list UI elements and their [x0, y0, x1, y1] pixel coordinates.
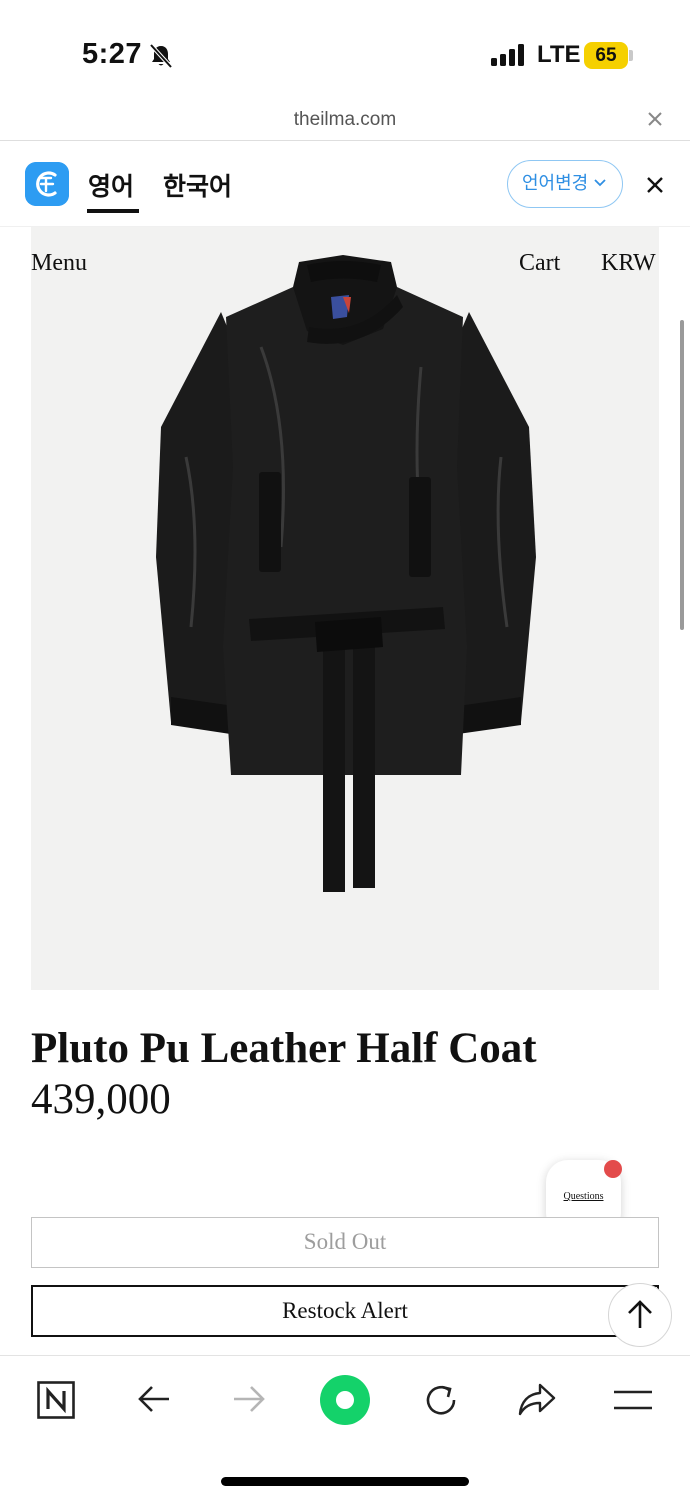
home-indicator[interactable]: [221, 1477, 469, 1486]
sold-out-button: Sold Out: [31, 1217, 659, 1268]
cellular-signal-icon: [491, 44, 524, 66]
close-icon[interactable]: [645, 109, 665, 129]
status-time: 5:27: [82, 38, 143, 70]
tab-korean[interactable]: 한국어: [163, 167, 232, 203]
restock-alert-button[interactable]: Restock Alert: [31, 1285, 659, 1337]
product-price: 439,000: [31, 1076, 171, 1123]
nav-currency-link[interactable]: KRW: [601, 250, 656, 277]
notification-dot: [604, 1160, 622, 1178]
nav-menu-link[interactable]: Menu: [31, 250, 87, 277]
arrow-up-icon: [628, 1300, 652, 1328]
scroll-to-top-button[interactable]: [608, 1283, 672, 1347]
status-bar: 5:27 LTE 65: [0, 0, 690, 100]
silent-bell-icon: [149, 43, 173, 69]
active-tab-underline: [87, 209, 139, 213]
url-bar[interactable]: theilma.com: [0, 100, 690, 141]
translate-logo-icon[interactable]: [25, 162, 69, 206]
url-text[interactable]: theilma.com: [0, 109, 690, 131]
chevron-down-icon: [594, 179, 606, 187]
back-arrow-icon[interactable]: [136, 1383, 172, 1415]
product-image[interactable]: [31, 227, 659, 990]
hamburger-menu-icon[interactable]: [612, 1387, 654, 1413]
scrollbar[interactable]: [680, 320, 684, 630]
translate-close-icon[interactable]: [646, 176, 664, 194]
battery-cap: [629, 50, 633, 61]
translate-bar: 영어 한국어 언어변경: [0, 141, 690, 227]
share-icon[interactable]: [517, 1381, 557, 1419]
leather-coat-illustration: [31, 227, 659, 990]
tab-english[interactable]: 영어: [88, 167, 134, 203]
battery-level: 65: [595, 45, 617, 66]
naver-n-icon[interactable]: [37, 1381, 75, 1419]
network-type: LTE: [537, 41, 581, 68]
reload-icon[interactable]: [422, 1381, 460, 1419]
questions-label: Questions: [563, 1191, 604, 1202]
product-title: Pluto Pu Leather Half Coat: [31, 1025, 537, 1072]
nav-cart-link[interactable]: Cart: [519, 250, 560, 277]
green-dot-icon[interactable]: [320, 1375, 370, 1425]
forward-arrow-icon[interactable]: [231, 1383, 267, 1415]
change-language-label: 언어변경: [522, 173, 589, 194]
